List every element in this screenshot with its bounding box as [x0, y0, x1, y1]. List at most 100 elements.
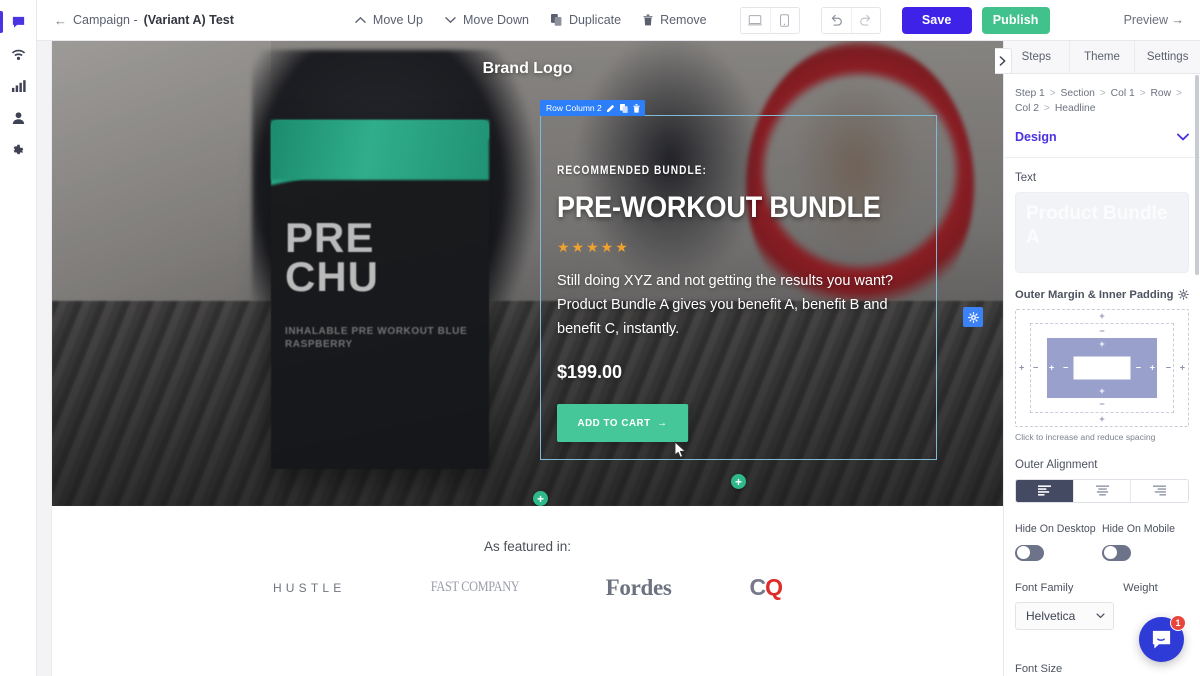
featured-section[interactable]: As featured in: HUSTLE FAST COMPANY Ford… [52, 506, 1003, 601]
duplicate-label: Duplicate [568, 13, 622, 27]
outer-alignment-label: Outer Alignment [1015, 458, 1098, 471]
margin-bottom-decrease[interactable]: − [1099, 399, 1104, 409]
desktop-view-button[interactable] [740, 7, 770, 33]
font-family-select[interactable]: Helvetica [1015, 601, 1115, 630]
logo-cq-c: C [749, 574, 767, 600]
margin-top-increase[interactable]: + [1099, 311, 1104, 321]
logo-forbes: Fordes [605, 574, 672, 600]
padding-bottom-increase[interactable]: + [1099, 386, 1104, 396]
move-down-button[interactable]: Move Down [434, 9, 540, 31]
chevron-up-icon [355, 16, 366, 23]
publish-button[interactable]: Publish [981, 6, 1050, 34]
star-rating[interactable]: ★★★★★ [557, 239, 947, 256]
row-column-badge[interactable]: Row Column 2 [540, 100, 645, 116]
margin-top-decrease[interactable]: − [1099, 326, 1104, 336]
trash-icon[interactable] [633, 103, 640, 113]
align-center-button[interactable] [1073, 479, 1132, 502]
hide-on-mobile-toggle[interactable] [1102, 544, 1131, 561]
breadcrumb-sep: > [1043, 102, 1050, 114]
hide-on-desktop-toggle[interactable] [1015, 544, 1044, 561]
properties-panel: Steps Theme Settings Step 1 > Section > … [1003, 41, 1200, 676]
element-settings-badge[interactable] [963, 307, 983, 327]
design-label: Design [1015, 129, 1057, 144]
margin-bottom-increase[interactable]: + [1099, 414, 1104, 424]
spacing-widget[interactable]: + + + + − − − − + + + + − − − − [1015, 308, 1189, 427]
margin-left-increase[interactable]: + [1019, 363, 1024, 372]
arrow-right-icon: → [657, 416, 668, 429]
breadcrumb-headline[interactable]: Headline [1055, 103, 1096, 114]
panel-collapse-toggle[interactable] [995, 48, 1012, 74]
intercom-launcher[interactable]: 1 [1139, 615, 1186, 662]
breadcrumb-row[interactable]: Row [1150, 88, 1171, 99]
save-button[interactable]: Save [901, 6, 972, 34]
margin-left-decrease[interactable]: − [1033, 363, 1038, 372]
panel-scrollbar[interactable] [1195, 75, 1199, 275]
brand-logo[interactable]: Brand Logo [52, 60, 1003, 78]
breadcrumb-section[interactable]: Section [1061, 88, 1095, 99]
add-section-button[interactable]: + [533, 491, 548, 506]
padding-top-decrease[interactable]: − [1099, 352, 1104, 362]
padding-top-increase[interactable]: + [1099, 339, 1104, 349]
remove-button[interactable]: Remove [632, 9, 718, 31]
device-toggle-group [739, 6, 800, 34]
add-row-button[interactable]: + [731, 474, 746, 489]
align-left-icon [1037, 485, 1051, 496]
hide-on-mobile-label: Hide On Mobile [1102, 522, 1176, 535]
spacing-title: Outer Margin & Inner Padding [1015, 288, 1174, 301]
font-size-label: Font Size [1015, 663, 1063, 675]
margin-right-increase[interactable]: + [1180, 363, 1185, 372]
breadcrumb-col1[interactable]: Col 1 [1111, 88, 1135, 99]
chevron-down-icon [1096, 613, 1105, 618]
breadcrumb-step[interactable]: Step 1 [1015, 88, 1045, 99]
padding-bottom-decrease[interactable]: − [1099, 373, 1104, 383]
padding-right-decrease[interactable]: − [1136, 363, 1141, 372]
gear-icon[interactable] [1178, 289, 1189, 301]
tab-steps[interactable]: Steps [1004, 41, 1070, 73]
chat-icon [1152, 630, 1171, 649]
hide-on-desktop-label: Hide On Desktop [1015, 522, 1096, 535]
align-right-icon [1153, 485, 1167, 496]
rail-item-analytics[interactable] [0, 77, 37, 95]
move-down-label: Move Down [462, 13, 529, 27]
align-left-button[interactable] [1016, 479, 1074, 502]
preview-link[interactable]: Preview → [1124, 13, 1184, 27]
breadcrumb-sep: > [1139, 88, 1146, 99]
outer-alignment-group [1015, 478, 1189, 503]
rail-item-wifi[interactable] [0, 45, 37, 63]
wifi-icon [11, 49, 25, 60]
rail-item-contacts[interactable] [0, 109, 37, 127]
tab-theme[interactable]: Theme [1069, 41, 1136, 73]
left-rail [0, 0, 37, 676]
add-to-cart-button[interactable]: ADD TO CART → [557, 403, 688, 442]
hero-section[interactable]: PRE CHU INHALABLE PRE WORKOUT BLUE RASPB… [52, 41, 1003, 506]
analytics-icon [11, 80, 26, 92]
duplicate-button[interactable]: Duplicate [540, 9, 632, 31]
pencil-icon[interactable] [606, 104, 615, 112]
move-up-button[interactable]: Move Up [344, 9, 434, 31]
rail-item-settings[interactable] [0, 141, 37, 159]
variant-label: (Variant A) Test [143, 13, 234, 27]
margin-right-decrease[interactable]: − [1166, 363, 1171, 372]
hero-headline[interactable]: PRE-WORKOUT BUNDLE [557, 193, 908, 223]
headline-text-input[interactable]: Product Bundle A [1015, 191, 1189, 273]
padding-right-increase[interactable]: + [1150, 363, 1155, 372]
rail-item-chat[interactable] [0, 11, 37, 33]
align-right-button[interactable] [1131, 479, 1188, 502]
design-accordion-header[interactable]: Design [1015, 130, 1189, 144]
mobile-view-button[interactable] [769, 7, 799, 33]
breadcrumb-col2[interactable]: Col 2 [1015, 103, 1039, 114]
breadcrumb-sep: > [1099, 88, 1106, 99]
duplicate-icon[interactable] [619, 103, 628, 113]
tab-settings[interactable]: Settings [1135, 41, 1200, 73]
editor-canvas: PRE CHU INHALABLE PRE WORKOUT BLUE RASPB… [37, 41, 1003, 676]
toggle-knob [1016, 546, 1030, 560]
padding-left-decrease[interactable]: − [1063, 363, 1068, 372]
mobile-icon [780, 13, 790, 27]
redo-button[interactable] [850, 7, 880, 33]
hero-price[interactable]: $199.00 [557, 362, 947, 383]
hero-body-text[interactable]: Still doing XYZ and not getting the resu… [557, 270, 909, 342]
undo-button[interactable] [821, 7, 851, 33]
padding-left-increase[interactable]: + [1049, 363, 1054, 372]
hero-kicker[interactable]: RECOMMENDED BUNDLE: [557, 165, 900, 177]
breadcrumb-back-link[interactable]: ← Campaign - (Variant A) Test [54, 13, 234, 28]
